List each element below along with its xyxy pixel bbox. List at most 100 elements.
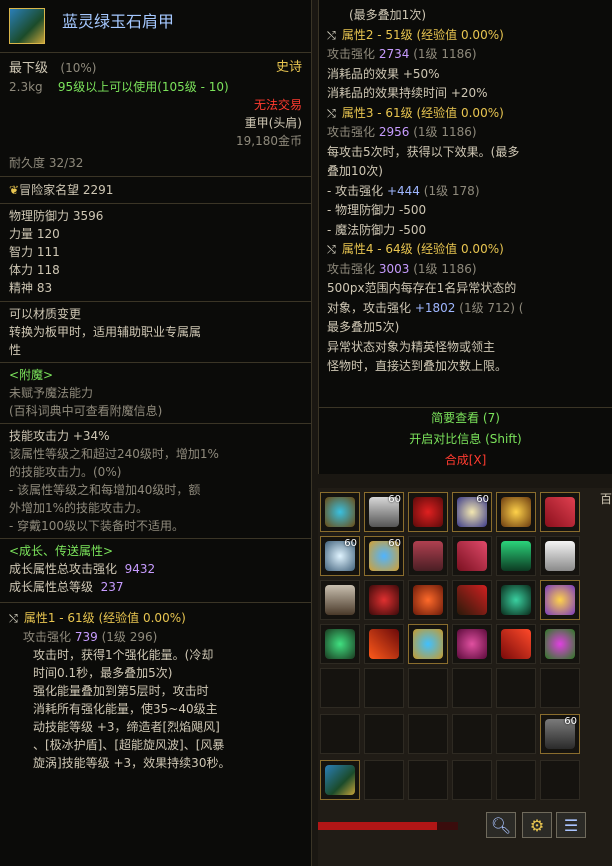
inventory-slot[interactable]	[540, 580, 580, 620]
flame-shard-icon	[369, 629, 399, 659]
inventory-slot[interactable]	[364, 668, 404, 708]
convert-text: 转换为板甲时，适用辅助职业专属属	[9, 325, 202, 339]
inventory-slot[interactable]: 60	[320, 536, 360, 576]
compare-toggle[interactable]: 开启对比信息 (Shift)	[319, 429, 612, 450]
attr4-title-row: ⤭ 属性4 - 64级 (经验值 0.00%)	[327, 242, 504, 256]
inventory-slot[interactable]	[496, 714, 536, 754]
item-type: 重甲(头肩)	[244, 116, 302, 130]
attr3-title-row: ⤭ 属性3 - 61级 (经验值 0.00%)	[327, 105, 504, 120]
inventory-slot[interactable]	[496, 536, 536, 576]
inventory-slot[interactable]	[320, 624, 360, 664]
inventory-slot[interactable]: 60	[364, 536, 404, 576]
inventory-slot[interactable]	[496, 580, 536, 620]
search-button[interactable]: 🔍︎	[486, 812, 516, 838]
enchant-title: <附魔>	[9, 368, 54, 382]
mystery-box-icon	[369, 585, 399, 615]
red-sword-icon	[501, 629, 531, 659]
item-header: 蓝灵绿玉石肩甲	[0, 0, 311, 52]
inventory-slot[interactable]	[496, 760, 536, 800]
skill-attack: 技能攻击力 +34%	[9, 429, 110, 443]
inventory-slot[interactable]	[408, 580, 448, 620]
inventory-slot[interactable]	[452, 714, 492, 754]
inventory-slot[interactable]	[408, 714, 448, 754]
attr2-title-row: ⤭ 属性2 - 51级 (经验值 0.00%)	[327, 27, 504, 42]
inventory-slot[interactable]	[364, 714, 404, 754]
inventory-slot[interactable]: 60	[452, 492, 492, 532]
red-blade-icon	[457, 541, 487, 571]
fire-orb-icon	[413, 585, 443, 615]
skill-desc-5: - 穿戴100级以下装备时不适用。	[9, 519, 185, 533]
skill-desc-4: 外增加1%的技能攻击力。	[9, 501, 149, 515]
inventory-slot[interactable]	[320, 492, 360, 532]
shuffle-icon: ⤭	[9, 612, 18, 625]
inventory-slot[interactable]	[364, 760, 404, 800]
magic-wand-icon	[545, 629, 575, 659]
item-tooltip-continued: (最多叠加1次) ⤭ 属性2 - 51级 (经验值 0.00%) 攻击强化 273…	[318, 0, 612, 474]
inventory-slot[interactable]	[320, 580, 360, 620]
stat-intelligence: 智力 111	[9, 245, 60, 259]
inventory-slot[interactable]	[452, 580, 492, 620]
attr1-title: 属性1 - 61级 (经验值 0.00%)	[23, 611, 186, 625]
inventory-slot[interactable]	[540, 668, 580, 708]
weight-row: 2.3kg 95级以上可以使用(105级 - 10)	[0, 78, 311, 96]
inventory-slot[interactable]	[320, 668, 360, 708]
inventory-slot[interactable]	[408, 624, 448, 664]
attr4-atk-row: 攻击强化 3003 (1级 1186)	[327, 261, 477, 276]
inventory-slot[interactable]	[540, 536, 580, 576]
inventory-slot[interactable]	[320, 714, 360, 754]
crystal-necklace-icon	[413, 629, 443, 659]
settings-button[interactable]: ⚙	[522, 812, 552, 838]
fame-icon: ❦	[9, 183, 20, 197]
attr4-line-5: 怪物时，直接达到叠加次数上限。	[327, 359, 508, 373]
inventory-slot[interactable]	[364, 580, 404, 620]
attr3-line-1: 每攻击5次时，获得以下效果。(最多	[327, 144, 520, 159]
brief-view-button[interactable]: 简要查看 (7)	[319, 408, 612, 429]
stat-strength: 力量 120	[9, 227, 60, 241]
golden-staff-icon	[545, 585, 575, 615]
red-claw-icon	[457, 585, 487, 615]
growth-title: <成长、传送属性>	[9, 544, 114, 558]
shoulder-armor-icon	[9, 8, 45, 44]
inventory-slot[interactable]	[452, 668, 492, 708]
inventory-slot[interactable]	[540, 760, 580, 800]
inventory-slot[interactable]	[452, 624, 492, 664]
inventory-slot[interactable]	[364, 624, 404, 664]
inventory-slot[interactable]	[496, 668, 536, 708]
growth-total-atk: 成长属性总攻击强化 9432	[9, 562, 156, 576]
attr4-line-4: 异常状态对象为精英怪物或领主	[327, 339, 496, 354]
hp-bar-fill	[318, 822, 437, 830]
inventory-slot[interactable]: 60	[540, 714, 580, 754]
inventory-slot[interactable]: 60	[364, 492, 404, 532]
compose-button[interactable]: 合成[X]	[319, 450, 612, 471]
inventory-slot[interactable]	[408, 536, 448, 576]
inventory-slot[interactable]	[408, 760, 448, 800]
attr2-atk-row: 攻击强化 2734 (1级 1186)	[327, 47, 477, 61]
shuffle-icon: ⤭	[327, 243, 336, 256]
weight: 2.3kg	[9, 80, 43, 94]
durability: 耐久度 32/32	[9, 156, 84, 170]
inventory-slot[interactable]	[408, 668, 448, 708]
inventory-slot[interactable]	[452, 536, 492, 576]
attr3-sub-2: - 物理防御力 -500	[327, 203, 427, 217]
inventory-slot[interactable]	[540, 624, 580, 664]
attr1-title-row: ⤭ 属性1 - 61级 (经验值 0.00%)	[0, 609, 311, 628]
skill-desc-3: - 该属性等级之和每增加40级时，额	[9, 483, 201, 497]
inventory-slot[interactable]	[496, 624, 536, 664]
inventory-slot[interactable]	[496, 492, 536, 532]
attr3-line-2: 叠加10次)	[327, 164, 383, 178]
tooltip-footer: 简要查看 (7) 开启对比信息 (Shift) 合成[X]	[319, 407, 612, 474]
inventory-slot[interactable]	[452, 760, 492, 800]
enchant-none: 未赋予魔法能力	[9, 386, 94, 400]
attr1-atk-row: 攻击强化 739 (1级 296)	[23, 630, 158, 644]
attr1-line-2: 时间0.1秒，最多叠加5次)	[33, 666, 173, 680]
cloth-armor-icon	[413, 541, 443, 571]
green-boots-icon	[501, 541, 531, 571]
ring-icon	[325, 497, 355, 527]
attr1-line-5: 动技能等级 +3，缔造者[烈焰飓风]	[33, 720, 220, 734]
inventory-grid: 百 60 60 60 60 60 🔍︎ ⚙ ☰	[318, 488, 612, 866]
list-button[interactable]: ☰	[556, 812, 586, 838]
inventory-slot[interactable]	[408, 492, 448, 532]
inventory-slot[interactable]	[540, 492, 580, 532]
inventory-slot-selected[interactable]	[320, 760, 360, 800]
stat-physical-defense: 物理防御力 3596	[9, 209, 104, 223]
